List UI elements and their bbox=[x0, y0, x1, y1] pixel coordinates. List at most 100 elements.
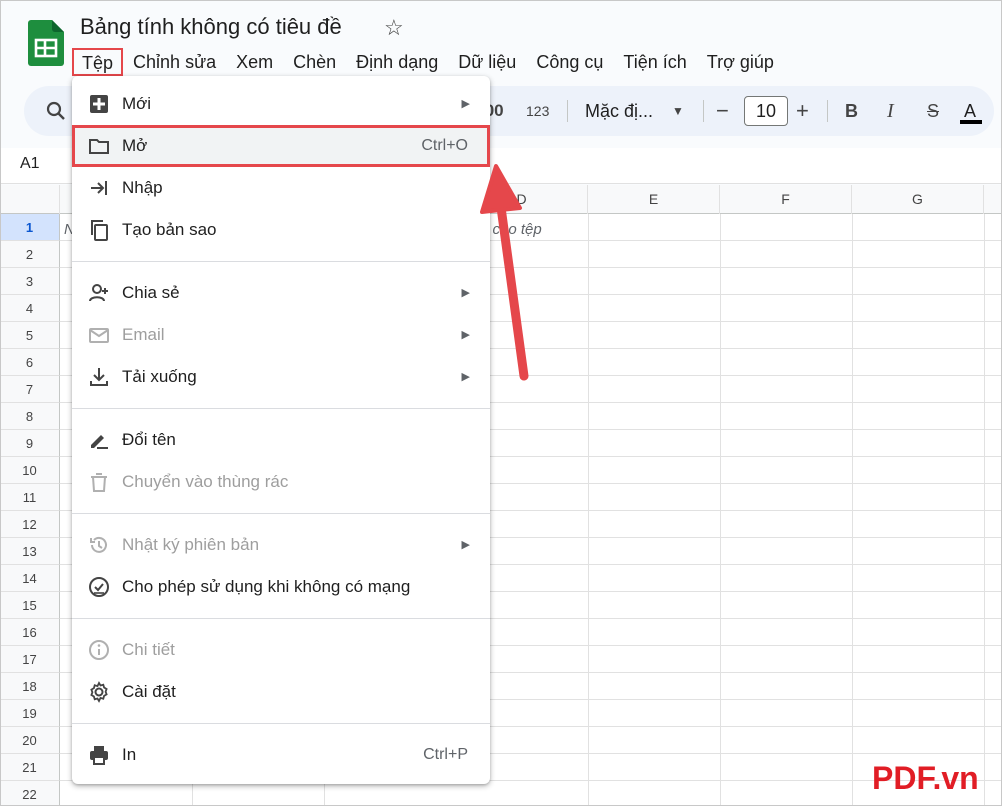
row-header[interactable]: 10 bbox=[0, 457, 60, 484]
select-all-corner[interactable] bbox=[0, 185, 60, 214]
menu-help[interactable]: Trợ giúp bbox=[697, 48, 784, 76]
menu-item-label: Chuyển vào thùng rác bbox=[122, 472, 289, 491]
grid-line bbox=[720, 214, 721, 806]
row-header[interactable]: 7 bbox=[0, 376, 60, 403]
menu-item-label: Nhật ký phiên bản bbox=[122, 535, 260, 554]
text-color-button[interactable]: A bbox=[964, 86, 976, 136]
row-header[interactable]: 2 bbox=[0, 241, 60, 268]
menu-item-trash: Chuyển vào thùng rác bbox=[72, 461, 490, 503]
row-header[interactable]: 15 bbox=[0, 592, 60, 619]
menu-item-new[interactable]: Mới ▶ bbox=[72, 83, 490, 125]
row-header[interactable]: 11 bbox=[0, 484, 60, 511]
menu-item-open[interactable]: Mở Ctrl+O bbox=[72, 125, 490, 167]
increase-font-button[interactable]: + bbox=[796, 86, 809, 136]
submenu-arrow-icon: ▶ bbox=[461, 539, 470, 551]
decrease-font-button[interactable]: − bbox=[716, 86, 729, 136]
toolbar-divider bbox=[703, 100, 704, 122]
number-format-button[interactable]: 123 bbox=[526, 86, 549, 136]
menu-insert[interactable]: Chèn bbox=[283, 48, 346, 76]
row-header[interactable]: 8 bbox=[0, 403, 60, 430]
menu-item-label: Đổi tên bbox=[122, 430, 176, 449]
print-icon bbox=[90, 746, 108, 765]
toolbar-divider bbox=[567, 100, 568, 122]
grid-line bbox=[984, 214, 985, 806]
column-header-e[interactable]: E bbox=[588, 185, 720, 214]
new-sheet-icon bbox=[90, 95, 108, 113]
row-header[interactable]: 19 bbox=[0, 700, 60, 727]
row-header[interactable]: 9 bbox=[0, 430, 60, 457]
menu-format[interactable]: Định dạng bbox=[346, 48, 448, 76]
row-header[interactable]: 13 bbox=[0, 538, 60, 565]
menu-data[interactable]: Dữ liệu bbox=[448, 48, 526, 76]
menu-file[interactable]: Tệp bbox=[72, 48, 124, 76]
menu-item-offline[interactable]: Cho phép sử dụng khi không có mạng bbox=[72, 566, 490, 608]
row-header[interactable]: 21 bbox=[0, 754, 60, 781]
menu-edit[interactable]: Chỉnh sửa bbox=[123, 48, 226, 76]
row-header[interactable]: 6 bbox=[0, 349, 60, 376]
menu-item-shortcut: Ctrl+O bbox=[421, 137, 468, 154]
row-header[interactable]: 16 bbox=[0, 619, 60, 646]
row-header[interactable]: 4 bbox=[0, 295, 60, 322]
grid-line bbox=[852, 214, 853, 806]
row-header[interactable]: 17 bbox=[0, 646, 60, 673]
menu-extensions[interactable]: Tiện ích bbox=[613, 48, 696, 76]
menu-item-share[interactable]: Chia sẻ ▶ bbox=[72, 272, 490, 314]
menu-item-copy[interactable]: Tạo bản sao bbox=[72, 209, 490, 251]
font-select[interactable]: Mặc đị... bbox=[585, 86, 653, 136]
menu-item-settings[interactable]: Cài đặt bbox=[72, 671, 490, 713]
menu-item-details: Chi tiết bbox=[72, 629, 490, 671]
menu-item-label: Chia sẻ bbox=[122, 283, 180, 302]
menu-separator bbox=[72, 618, 490, 619]
menu-item-label: Cho phép sử dụng khi không có mạng bbox=[122, 577, 411, 596]
cell-reference[interactable]: A1 bbox=[20, 155, 40, 173]
search-icon[interactable] bbox=[46, 101, 66, 121]
grid-line bbox=[588, 214, 589, 806]
menu-item-print[interactable]: In Ctrl+P bbox=[72, 734, 490, 776]
star-icon[interactable]: ☆ bbox=[384, 14, 404, 42]
info-icon bbox=[89, 640, 109, 660]
copy-icon bbox=[91, 220, 108, 241]
menu-separator bbox=[72, 513, 490, 514]
menu-item-label: Cài đặt bbox=[122, 682, 176, 701]
row-header[interactable]: 18 bbox=[0, 673, 60, 700]
menu-separator bbox=[72, 261, 490, 262]
row-header[interactable]: 3 bbox=[0, 268, 60, 295]
menu-view[interactable]: Xem bbox=[226, 48, 283, 76]
email-icon bbox=[89, 328, 109, 343]
row-header[interactable]: 5 bbox=[0, 322, 60, 349]
folder-icon bbox=[89, 139, 109, 154]
font-size-input[interactable]: 10 bbox=[744, 96, 788, 126]
row-header[interactable]: 20 bbox=[0, 727, 60, 754]
sheets-logo bbox=[28, 20, 64, 66]
download-icon bbox=[90, 368, 108, 386]
menubar: Tệp Chỉnh sửa Xem Chèn Định dạng Dữ liệu… bbox=[72, 48, 784, 76]
rename-icon bbox=[91, 435, 108, 449]
menu-item-label: Tạo bản sao bbox=[122, 220, 217, 239]
menu-separator bbox=[72, 723, 490, 724]
menu-separator bbox=[72, 408, 490, 409]
chevron-down-icon[interactable]: ▼ bbox=[672, 86, 684, 136]
menu-item-label: Mở bbox=[122, 136, 148, 155]
row-header[interactable]: 1 bbox=[0, 214, 60, 241]
import-icon bbox=[91, 181, 107, 195]
menu-item-shortcut: Ctrl+P bbox=[423, 746, 468, 763]
menu-item-download[interactable]: Tải xuống ▶ bbox=[72, 356, 490, 398]
row-header[interactable]: 12 bbox=[0, 511, 60, 538]
strikethrough-button[interactable]: S bbox=[927, 86, 939, 136]
row-header[interactable]: 22 bbox=[0, 781, 60, 806]
menu-item-label: Tải xuống bbox=[122, 367, 197, 386]
menu-item-rename[interactable]: Đổi tên bbox=[72, 419, 490, 461]
menu-item-label: Email bbox=[122, 325, 165, 344]
menu-tools[interactable]: Công cụ bbox=[526, 48, 613, 76]
bold-button[interactable]: B bbox=[845, 86, 858, 136]
document-title[interactable]: Bảng tính không có tiêu đề bbox=[80, 14, 342, 40]
row-header[interactable]: 14 bbox=[0, 565, 60, 592]
column-header-g[interactable]: G bbox=[852, 185, 984, 214]
offline-icon bbox=[89, 577, 109, 597]
menu-item-import[interactable]: Nhập bbox=[72, 167, 490, 209]
toolbar-divider bbox=[827, 100, 828, 122]
history-icon bbox=[90, 536, 107, 553]
italic-button[interactable]: I bbox=[887, 86, 894, 136]
column-header-f[interactable]: F bbox=[720, 185, 852, 214]
annotation-arrow-icon bbox=[480, 164, 529, 381]
